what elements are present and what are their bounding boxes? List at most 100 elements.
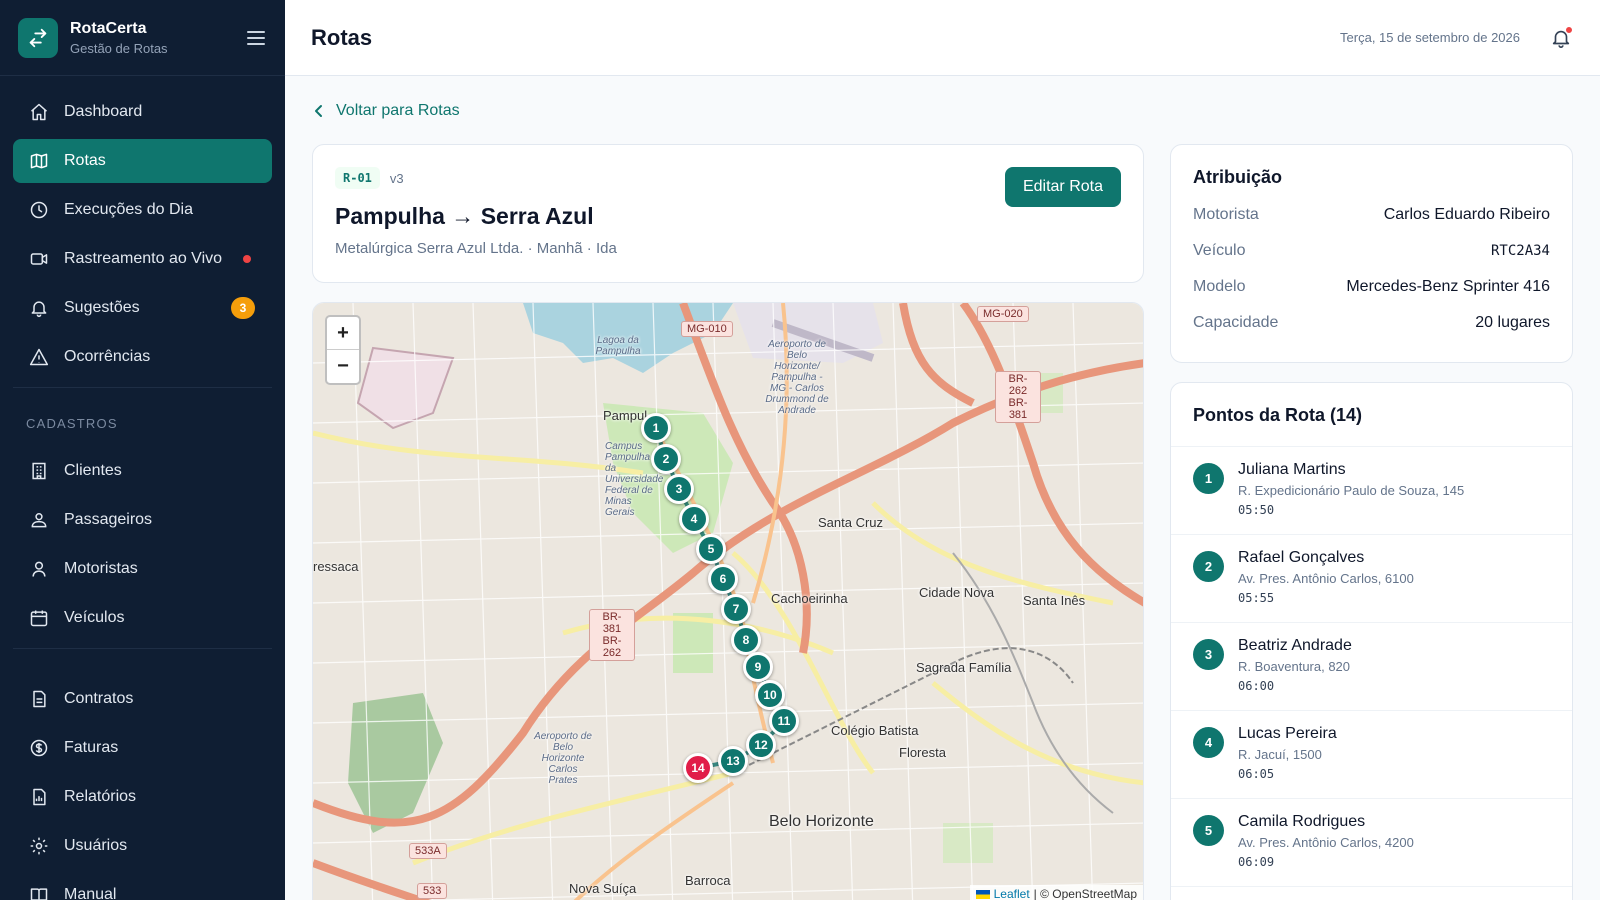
map-label-nova-suica: Nova Suíça bbox=[569, 881, 637, 896]
route-stop-marker[interactable]: 3 bbox=[664, 474, 694, 504]
route-stop-marker[interactable]: 6 bbox=[708, 564, 738, 594]
assignment-key: Veículo bbox=[1193, 242, 1246, 259]
map-label-ressaca: ressaca bbox=[313, 559, 359, 574]
back-to-routes-link[interactable]: Voltar para Rotas bbox=[312, 102, 460, 120]
assignment-key: Motorista bbox=[1193, 206, 1259, 223]
main-nav: Dashboard Rotas Execuções do Dia Rastrea… bbox=[0, 76, 285, 900]
document-icon bbox=[28, 688, 50, 710]
book-icon bbox=[28, 884, 50, 900]
road-shield-br381: BR-381 BR-262 bbox=[589, 609, 635, 661]
green-block bbox=[943, 823, 993, 863]
list-item[interactable]: 3 Beatriz Andrade R. Boaventura, 820 06:… bbox=[1171, 623, 1572, 711]
sidebar-item-label: Contratos bbox=[64, 690, 134, 707]
road-shield-533: 533 bbox=[417, 883, 448, 899]
map-label-santa-ines: Santa Inês bbox=[1023, 593, 1086, 608]
route-end-marker[interactable]: 14 bbox=[683, 753, 713, 783]
map-zoom-control: + − bbox=[325, 315, 361, 385]
route-stop-marker[interactable]: 1 bbox=[641, 413, 671, 443]
sidebar-item-motoristas[interactable]: Motoristas bbox=[13, 547, 272, 591]
sidebar-item-passageiros[interactable]: Passageiros bbox=[13, 498, 272, 542]
map-label-aeroporto: Aeroporto de Belo Horizonte/ Pampulha - … bbox=[765, 339, 829, 416]
brand-header: RotaCerta Gestão de Rotas bbox=[0, 0, 285, 76]
sidebar-item-relatorios[interactable]: Relatórios bbox=[13, 775, 272, 819]
sidebar-item-label: Manual bbox=[64, 886, 117, 900]
list-item[interactable]: 2 Rafael Gonçalves Av. Pres. Antônio Car… bbox=[1171, 535, 1572, 623]
map-label-aeroporto-prates: Aeroporto de Belo Horizonte Carlos Prate… bbox=[534, 731, 592, 786]
map-label-colegio-batista: Colégio Batista bbox=[831, 723, 919, 738]
sidebar-item-label: Rotas bbox=[64, 152, 106, 169]
route-stop-marker[interactable]: 4 bbox=[679, 504, 709, 534]
road-shield-br262: BR-262 BR-381 bbox=[995, 371, 1041, 423]
route-stop-marker[interactable]: 7 bbox=[721, 594, 751, 624]
zoom-out-button[interactable]: − bbox=[327, 350, 359, 383]
app-subtitle: Gestão de Rotas bbox=[70, 40, 168, 56]
stop-number: 1 bbox=[1193, 463, 1224, 494]
stop-address: R. Expedicionário Paulo de Souza, 145 bbox=[1238, 483, 1465, 498]
sidebar: RotaCerta Gestão de Rotas Dashboard Rota… bbox=[0, 0, 285, 900]
home-icon bbox=[28, 101, 50, 123]
leaflet-link[interactable]: Leaflet bbox=[994, 887, 1030, 900]
chevron-left-icon bbox=[312, 104, 326, 118]
sidebar-item-usuarios[interactable]: Usuários bbox=[13, 824, 272, 868]
map-label-cidade-nova: Cidade Nova bbox=[919, 585, 995, 600]
sidebar-item-label: Motoristas bbox=[64, 560, 138, 577]
sidebar-item-dashboard[interactable]: Dashboard bbox=[13, 90, 272, 134]
sidebar-item-sugestoes[interactable]: Sugestões 3 bbox=[13, 286, 272, 330]
assignment-row-vehicle: Veículo RTC2A34 bbox=[1193, 242, 1550, 260]
zoom-in-button[interactable]: + bbox=[327, 317, 359, 350]
map-label-santa-cruz: Santa Cruz bbox=[818, 515, 884, 530]
calendar-icon bbox=[28, 607, 50, 629]
route-header-card: R-01 v3 Pampulha → Serra Azul Metalúrgic… bbox=[312, 144, 1144, 283]
passenger-name: Rafael Gonçalves bbox=[1238, 549, 1365, 566]
sidebar-item-veiculos[interactable]: Veículos bbox=[13, 596, 272, 640]
sidebar-item-rotas[interactable]: Rotas bbox=[13, 139, 272, 183]
vehicle-plate: RTC2A34 bbox=[1490, 243, 1550, 259]
route-stop-marker[interactable]: 9 bbox=[743, 652, 773, 682]
sidebar-item-rastreamento[interactable]: Rastreamento ao Vivo bbox=[13, 237, 272, 281]
stop-time: 06:00 bbox=[1238, 679, 1275, 693]
sidebar-item-label: Veículos bbox=[64, 609, 125, 626]
sidebar-item-contratos[interactable]: Contratos bbox=[13, 677, 272, 721]
route-stop-marker[interactable]: 5 bbox=[696, 534, 726, 564]
route-version: v3 bbox=[389, 170, 404, 186]
app-name: RotaCerta bbox=[70, 19, 147, 37]
list-item[interactable]: 1 Juliana Martins R. Expedicionário Paul… bbox=[1171, 447, 1572, 535]
driver-name: Carlos Eduardo Ribeiro bbox=[1383, 206, 1550, 223]
assignment-row-model: Modelo Mercedes-Benz Sprinter 416 bbox=[1193, 278, 1550, 296]
sidebar-item-label: Ocorrências bbox=[64, 348, 151, 365]
notifications-bell-icon[interactable] bbox=[1548, 25, 1574, 51]
sidebar-item-ocorrencias[interactable]: Ocorrências bbox=[13, 335, 272, 379]
current-date: Terça, 15 de setembro de 2026 bbox=[1340, 30, 1520, 45]
sidebar-item-execucoes[interactable]: Execuções do Dia bbox=[13, 188, 272, 232]
sidebar-item-label: Sugestões bbox=[64, 299, 140, 316]
list-item[interactable]: 5 Camila Rodrigues Av. Pres. Antônio Car… bbox=[1171, 799, 1572, 887]
sidebar-item-faturas[interactable]: Faturas bbox=[13, 726, 272, 770]
route-stop-marker[interactable]: 8 bbox=[731, 625, 761, 655]
list-item[interactable]: 4 Lucas Pereira R. Jacuí, 1500 06:05 bbox=[1171, 711, 1572, 799]
sidebar-item-clientes[interactable]: Clientes bbox=[13, 449, 272, 493]
passenger-name: Beatriz Andrade bbox=[1238, 637, 1352, 654]
app-logo-icon[interactable] bbox=[18, 17, 58, 58]
map-label-pampulha: Pampul bbox=[603, 408, 648, 423]
stop-number: 5 bbox=[1193, 815, 1224, 846]
user-icon bbox=[28, 558, 50, 580]
vehicle-capacity: 20 lugares bbox=[1475, 314, 1550, 331]
route-stop-marker[interactable]: 12 bbox=[746, 730, 776, 760]
back-link-label: Voltar para Rotas bbox=[336, 102, 460, 119]
report-icon bbox=[28, 786, 50, 808]
route-stop-marker[interactable]: 2 bbox=[651, 444, 681, 474]
route-stop-marker[interactable]: 11 bbox=[769, 706, 799, 736]
hamburger-menu-icon[interactable] bbox=[245, 27, 267, 49]
sidebar-item-manual[interactable]: Manual bbox=[13, 873, 272, 900]
route-stop-marker[interactable]: 13 bbox=[718, 746, 748, 776]
route-map[interactable]: Lagoa da Pampulha Aeroporto de Belo Hori… bbox=[312, 302, 1144, 900]
building-icon bbox=[28, 460, 50, 482]
sidebar-item-label: Usuários bbox=[64, 837, 128, 854]
road-shield-mg020: MG-020 bbox=[977, 306, 1029, 322]
warning-icon bbox=[28, 346, 50, 368]
top-bar: Rotas Terça, 15 de setembro de 2026 bbox=[285, 0, 1600, 76]
map-label-floresta: Floresta bbox=[899, 745, 946, 760]
stop-time: 05:55 bbox=[1238, 591, 1275, 605]
sidebar-item-label: Rastreamento ao Vivo bbox=[64, 250, 223, 267]
edit-route-button[interactable]: Editar Rota bbox=[1004, 167, 1121, 207]
